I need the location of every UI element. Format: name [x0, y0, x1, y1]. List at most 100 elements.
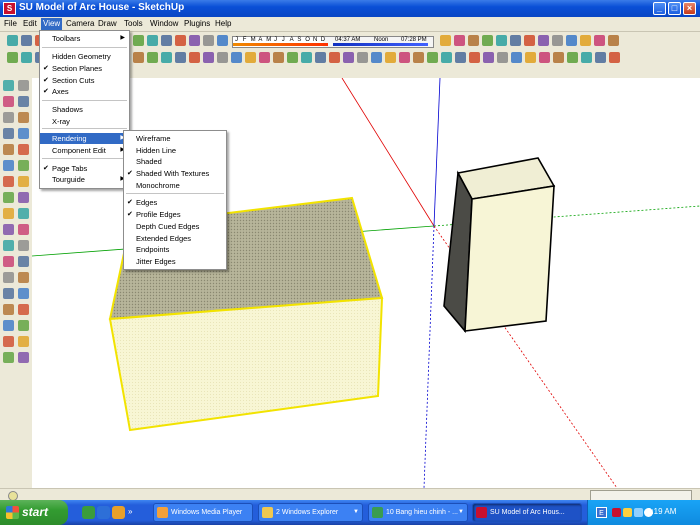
left-tool-button[interactable]	[18, 352, 29, 363]
toolbar-button[interactable]	[594, 35, 605, 46]
toolbar-button[interactable]	[510, 35, 521, 46]
close-icon[interactable]: ×	[683, 2, 696, 15]
menu-item-rendering[interactable]: Rendering▶	[40, 133, 129, 144]
menu-item-x-ray[interactable]: X-ray	[40, 116, 129, 127]
toolbar-button[interactable]	[595, 52, 606, 63]
menu-draw[interactable]: Draw	[96, 18, 119, 30]
menu-item-tourguide[interactable]: Tourguide▶	[40, 174, 129, 185]
toolbar-button[interactable]	[133, 35, 144, 46]
menu-item-hidden-line[interactable]: Hidden Line	[124, 145, 226, 156]
toolbar-button[interactable]	[427, 52, 438, 63]
left-tool-button[interactable]	[3, 256, 14, 267]
left-tool-button[interactable]	[18, 304, 29, 315]
toolbar-button[interactable]	[482, 35, 493, 46]
left-tool-button[interactable]	[3, 192, 14, 203]
left-tool-button[interactable]	[18, 336, 29, 347]
toolbar-button[interactable]	[538, 35, 549, 46]
toolbar-button[interactable]	[441, 52, 452, 63]
left-tool-button[interactable]	[18, 272, 29, 283]
menu-item-hidden-geometry[interactable]: Hidden Geometry	[40, 51, 129, 62]
toolbar-button[interactable]	[343, 52, 354, 63]
toolbar-button[interactable]	[413, 52, 424, 63]
left-tool-button[interactable]	[18, 240, 29, 251]
left-tool-button[interactable]	[3, 224, 14, 235]
toolbar-button[interactable]	[161, 52, 172, 63]
toolbar-button[interactable]	[511, 52, 522, 63]
toolbar-button[interactable]	[468, 35, 479, 46]
left-tool-button[interactable]	[3, 288, 14, 299]
left-tool-button[interactable]	[18, 288, 29, 299]
menu-item-shaded-with-textures[interactable]: ✔ Shaded With Textures	[124, 168, 226, 179]
left-tool-button[interactable]	[3, 176, 14, 187]
menu-item-axes[interactable]: ✔ Axes	[40, 86, 129, 97]
left-tool-button[interactable]	[18, 128, 29, 139]
menu-item-shadows[interactable]: Shadows	[40, 104, 129, 115]
menu-file[interactable]: File	[2, 18, 19, 30]
toolbar-button[interactable]	[203, 52, 214, 63]
start-button[interactable]: start	[0, 500, 68, 525]
menu-item-jitter-edges[interactable]: Jitter Edges	[124, 256, 226, 267]
language-indicator[interactable]: E	[596, 507, 607, 518]
toolbar-button[interactable]	[7, 35, 18, 46]
toolbar-button[interactable]	[608, 35, 619, 46]
toolbar-button[interactable]	[609, 52, 620, 63]
toolbar-button[interactable]	[329, 52, 340, 63]
toolbar-button[interactable]	[133, 52, 144, 63]
toolbar-button[interactable]	[525, 52, 536, 63]
left-tool-button[interactable]	[18, 96, 29, 107]
toolbar-button[interactable]	[552, 35, 563, 46]
toolbar-button[interactable]	[469, 52, 480, 63]
toolbar-button[interactable]	[567, 52, 578, 63]
toolbar-button[interactable]	[483, 52, 494, 63]
toolbar-button[interactable]	[454, 35, 465, 46]
menu-tools[interactable]: Tools	[122, 18, 145, 30]
toolbar-button[interactable]	[385, 52, 396, 63]
toolbar-button[interactable]	[21, 52, 32, 63]
menu-item-depth-cued-edges[interactable]: Depth Cued Edges	[124, 221, 226, 232]
toolbar-button[interactable]	[161, 35, 172, 46]
menu-item-wireframe[interactable]: Wireframe	[124, 133, 226, 144]
internet-explorer-icon[interactable]	[97, 506, 110, 519]
left-tool-button[interactable]	[18, 256, 29, 267]
menu-item-monochrome[interactable]: Monochrome	[124, 180, 226, 191]
menu-item-profile-edges[interactable]: ✔ Profile Edges	[124, 209, 226, 220]
menu-window[interactable]: Window	[148, 18, 180, 30]
box[interactable]	[443, 157, 556, 334]
menu-item-component-edit[interactable]: Component Edit▶	[40, 145, 129, 156]
toolbar-button[interactable]	[524, 35, 535, 46]
toolbar-button[interactable]	[189, 35, 200, 46]
menu-view[interactable]: View	[41, 18, 63, 30]
menu-item-edges[interactable]: ✔ Edges	[124, 197, 226, 208]
toolbar-button[interactable]	[399, 52, 410, 63]
taskbar-button[interactable]: 10 Bang hieu chinh - ... ▼	[368, 503, 468, 522]
minimize-icon[interactable]: _	[653, 2, 666, 15]
menu-camera[interactable]: Camera	[64, 18, 96, 30]
toolbar-button[interactable]	[147, 52, 158, 63]
menu-item-section-cuts[interactable]: ✔ Section Cuts	[40, 75, 129, 86]
menu-item-shaded[interactable]: Shaded	[124, 156, 226, 167]
toolbar-button[interactable]	[189, 52, 200, 63]
menu-help[interactable]: Help	[213, 18, 233, 30]
left-tool-button[interactable]	[18, 160, 29, 171]
left-tool-button[interactable]	[18, 224, 29, 235]
taskbar-button[interactable]: Windows Media Player	[153, 503, 253, 522]
toolbar-button[interactable]	[203, 35, 214, 46]
toolbar-button[interactable]	[440, 35, 451, 46]
left-tool-button[interactable]	[18, 192, 29, 203]
media-player-icon[interactable]	[112, 506, 125, 519]
menu-item-page-tabs[interactable]: ✔ Page Tabs	[40, 163, 129, 174]
toolbar-button[interactable]	[301, 52, 312, 63]
toolbar-button[interactable]	[231, 52, 242, 63]
network-icon[interactable]	[634, 508, 643, 517]
speaker-icon[interactable]	[623, 508, 632, 517]
toolbar-button[interactable]	[581, 52, 592, 63]
toolbar-button[interactable]	[217, 35, 228, 46]
left-tool-button[interactable]	[3, 112, 14, 123]
show-desktop-icon[interactable]	[82, 506, 95, 519]
left-tool-button[interactable]	[3, 320, 14, 331]
toolbar-button[interactable]	[455, 52, 466, 63]
toolbar-button[interactable]	[357, 52, 368, 63]
left-tool-button[interactable]	[3, 272, 14, 283]
shadow-settings-bar[interactable]: JFMAMJJASOND 04:37 AM Noon 07:28 PM	[232, 36, 434, 48]
menu-item-endpoints[interactable]: Endpoints	[124, 244, 226, 255]
